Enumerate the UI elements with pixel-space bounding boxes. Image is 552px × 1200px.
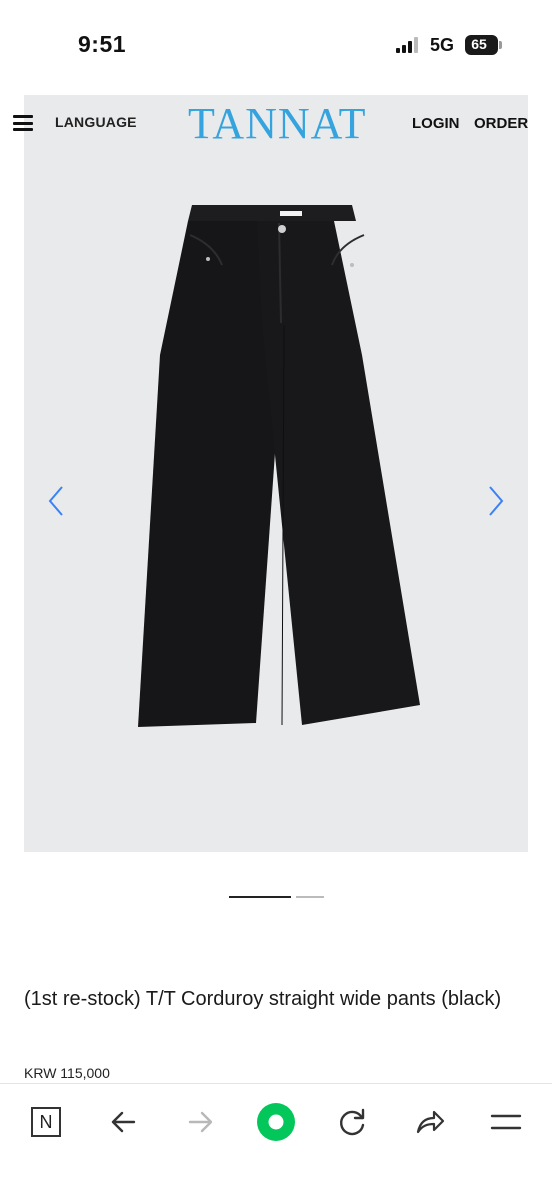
pagination-active-bar[interactable] (229, 896, 291, 898)
home-icon[interactable] (256, 1102, 296, 1142)
brand-logo[interactable]: TANNAT (188, 100, 365, 148)
n-icon[interactable]: N (29, 1102, 69, 1142)
login-link[interactable]: LOGIN (412, 115, 460, 132)
gallery-pagination (229, 896, 324, 899)
reload-icon[interactable] (332, 1102, 372, 1142)
status-time: 9:51 (78, 31, 127, 57)
back-arrow-icon[interactable] (104, 1102, 144, 1142)
order-link[interactable]: ORDER (474, 115, 528, 132)
language-link[interactable]: LANGUAGE (55, 114, 137, 130)
signal-icon (396, 37, 418, 53)
pagination-inactive-bar[interactable] (296, 896, 324, 898)
product-price: KRW 115,000 (24, 1065, 110, 1081)
product-image-gallery[interactable] (24, 95, 528, 852)
n-label: N (31, 1107, 61, 1137)
product-image (138, 205, 420, 727)
menu-icon[interactable] (486, 1102, 526, 1142)
battery-icon: 65 (465, 35, 502, 55)
hamburger-menu-icon[interactable] (13, 115, 33, 131)
share-icon[interactable] (410, 1102, 450, 1142)
browser-toolbar: N (0, 1083, 552, 1200)
forward-arrow-icon[interactable] (180, 1102, 220, 1142)
network-label: 5G (430, 35, 455, 55)
previous-slide-arrow-icon[interactable] (44, 483, 68, 519)
battery-level: 65 (471, 36, 487, 52)
product-title: (1st re-stock) T/T Corduroy straight wid… (24, 988, 502, 1010)
status-bar: 9:51 5G 65 (0, 0, 552, 90)
next-slide-arrow-icon[interactable] (484, 483, 508, 519)
